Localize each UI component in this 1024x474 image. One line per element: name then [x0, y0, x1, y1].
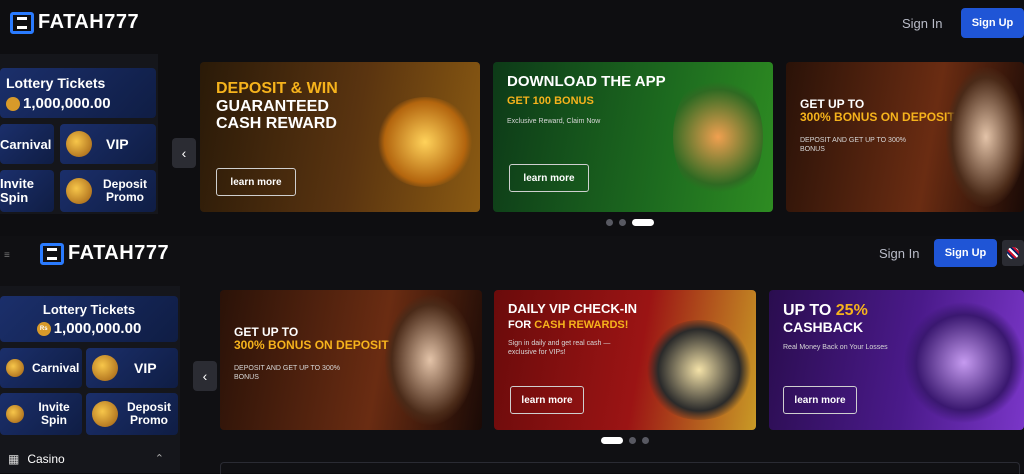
carousel-dots — [606, 219, 654, 226]
lottery-amount: 1,000,000.00 — [23, 94, 111, 112]
learn-more-button[interactable]: learn more — [509, 164, 589, 192]
carnival-label: Carnival — [32, 361, 80, 375]
carnival-card[interactable]: Carnival — [0, 124, 54, 164]
top-screenshot-layer: FATAH777 Sign In Sign Up Lottery Tickets… — [0, 0, 1024, 236]
logo-icon — [10, 11, 34, 34]
deposit-promo-label: Deposit Promo — [102, 176, 147, 204]
banner-download-app[interactable]: DOWNLOAD THE APP GET 100 BONUS Exclusive… — [493, 62, 773, 212]
carnival-label: Carnival — [0, 136, 52, 152]
lottery-tickets-card[interactable]: Lottery Tickets Rs 1,000,000.00 — [0, 296, 178, 342]
woman-image — [946, 67, 1024, 207]
lottery-title: Lottery Tickets — [6, 74, 106, 91]
lottery-title: Lottery Tickets — [42, 301, 136, 317]
chevron-left-icon: ‹ — [202, 368, 208, 384]
carousel-prev-button[interactable]: ‹ — [193, 361, 217, 391]
carnival-icon — [6, 359, 24, 377]
banner-subtitle: DEPOSIT AND GET UP TO 300% BONUS — [800, 137, 906, 154]
deposit-promo-label: Deposit Promo — [126, 399, 171, 427]
banner-title-1a: UP TO — [783, 302, 836, 319]
uk-flag-icon — [1007, 247, 1019, 259]
money-bag-icon — [66, 178, 92, 204]
language-selector[interactable] — [1002, 240, 1024, 266]
bottom-logo[interactable]: FATAH777 — [40, 242, 169, 265]
vip-badge-icon — [66, 131, 92, 157]
learn-more-button[interactable]: learn more — [216, 168, 296, 196]
crown-image — [375, 97, 475, 187]
woman-image — [385, 295, 475, 425]
vip-card[interactable]: VIP — [86, 348, 178, 388]
carousel-dot[interactable] — [629, 437, 636, 444]
bottom-screenshot-layer: FATAH777 Sign In Sign Up Lottery Tickets… — [0, 236, 1024, 473]
carousel-prev-button[interactable]: ‹ — [172, 138, 196, 168]
banner-title-1: DEPOSIT & WIN — [216, 80, 338, 97]
menu-icon[interactable]: ≡ — [4, 250, 14, 261]
search-bar[interactable] — [220, 462, 1020, 474]
coin-icon: Rs — [36, 321, 51, 336]
chevron-left-icon: ‹ — [181, 145, 187, 161]
lottery-tickets-card[interactable]: Lottery Tickets 1,000,000.00 — [0, 68, 156, 118]
dice-club-image — [904, 300, 1024, 425]
wheel-icon — [6, 405, 24, 423]
carousel-dot[interactable] — [619, 219, 626, 226]
sign-in-link[interactable]: Sign In — [902, 16, 942, 31]
learn-more-button[interactable]: learn more — [510, 386, 584, 414]
top-header: FATAH777 Sign In Sign Up — [0, 0, 1024, 46]
carousel-dot[interactable] — [606, 219, 613, 226]
coin-icon — [6, 96, 20, 111]
money-bag-icon — [92, 401, 118, 427]
banner-subtitle: Sign in daily and get real cash — exclus… — [508, 340, 611, 357]
banner-300-bonus[interactable]: GET UP TO 300% BONUS ON DEPOSIT DEPOSIT … — [220, 290, 482, 430]
banner-subtitle: DEPOSIT AND GET UP TO 300% BONUS — [234, 365, 340, 382]
carousel-dot-active[interactable] — [632, 219, 654, 226]
casino-label: Casino — [27, 451, 65, 466]
carousel-dot-active[interactable] — [601, 437, 623, 444]
vip-label: VIP — [106, 136, 129, 152]
sidebar-item-casino[interactable]: ▦ Casino ⌃ — [0, 444, 180, 473]
vip-card[interactable]: VIP — [60, 124, 156, 164]
sign-up-button[interactable]: Sign Up — [961, 8, 1024, 38]
brand-name: FATAH777 — [68, 242, 170, 264]
logo-icon — [40, 242, 64, 265]
banner-title-2: 300% BONUS ON DEPOSIT — [800, 110, 955, 125]
deposit-promo-card[interactable]: Deposit Promo — [60, 170, 156, 212]
top-sidebar: Lottery Tickets 1,000,000.00 Carnival VI… — [0, 54, 158, 214]
top-logo[interactable]: FATAH777 — [10, 11, 139, 34]
vip-chest-image — [644, 320, 754, 420]
banner-300-bonus[interactable]: GET UP TO 300% BONUS ON DEPOSIT DEPOSIT … — [786, 62, 1024, 212]
banner-title-2b: CASH REWARDS! — [534, 319, 629, 332]
banner-title-2a: FOR — [508, 319, 535, 332]
banner-daily-vip[interactable]: DAILY VIP CHECK-IN FOR CASH REWARDS! Sig… — [494, 290, 756, 430]
leprechaun-image — [673, 72, 763, 202]
brand-name: FATAH777 — [38, 11, 140, 33]
learn-more-button[interactable]: learn more — [783, 386, 857, 414]
casino-icon: ▦ — [8, 451, 20, 466]
invite-spin-card[interactable]: Invite Spin — [0, 393, 82, 435]
lottery-amount: 1,000,000.00 — [53, 319, 142, 337]
deposit-promo-card[interactable]: Deposit Promo — [86, 393, 178, 435]
sign-in-link[interactable]: Sign In — [879, 246, 919, 261]
vip-badge-icon — [92, 355, 118, 381]
chevron-up-icon[interactable]: ⌃ — [155, 452, 164, 465]
banner-deposit-win[interactable]: DEPOSIT & WIN GUARANTEED CASH REWARD lea… — [200, 62, 480, 212]
carousel-dots — [601, 437, 649, 444]
invite-spin-card[interactable]: Invite Spin — [0, 170, 54, 212]
vip-label: VIP — [134, 360, 157, 376]
invite-spin-label: Invite Spin — [38, 399, 70, 427]
invite-spin-label: Invite Spin — [0, 175, 34, 205]
banner-title-1b: 25% — [835, 302, 868, 319]
banner-title-2: 300% BONUS ON DEPOSIT — [234, 338, 389, 353]
carnival-card[interactable]: Carnival — [0, 348, 82, 388]
bottom-header: FATAH777 Sign In Sign Up — [0, 236, 1024, 274]
banner-title-1: DAILY VIP CHECK-IN — [508, 301, 638, 316]
sign-up-button[interactable]: Sign Up — [934, 239, 997, 267]
carousel-dot[interactable] — [642, 437, 649, 444]
banner-cashback[interactable]: UP TO 25% CASHBACK Real Money Back on Yo… — [769, 290, 1024, 430]
